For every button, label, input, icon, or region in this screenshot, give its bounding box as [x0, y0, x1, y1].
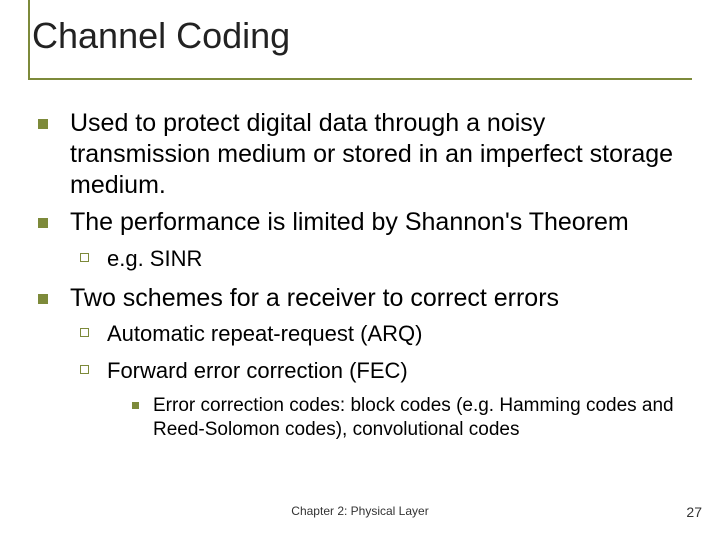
- slide-content: Used to protect digital data through a n…: [28, 108, 692, 443]
- hollow-square-bullet-icon: [80, 365, 89, 374]
- hollow-square-bullet-icon: [80, 328, 89, 337]
- slide-title: Channel Coding: [28, 10, 692, 74]
- list-item: e.g. SINR: [80, 245, 692, 274]
- list-item: Used to protect digital data through a n…: [38, 108, 692, 202]
- bullet-text: Forward error correction (FEC): [107, 357, 408, 386]
- bullet-text: Error correction codes: block codes (e.g…: [153, 394, 692, 443]
- bullet-text: Two schemes for a receiver to correct er…: [70, 283, 559, 314]
- bullet-text: Automatic repeat-request (ARQ): [107, 320, 422, 349]
- page-number: 27: [686, 504, 702, 520]
- small-square-bullet-icon: [132, 402, 139, 409]
- title-bar: Channel Coding: [28, 10, 692, 80]
- list-item: Automatic repeat-request (ARQ): [80, 320, 692, 349]
- square-bullet-icon: [38, 294, 48, 304]
- list-item: Forward error correction (FEC): [80, 357, 692, 386]
- list-item: The performance is limited by Shannon's …: [38, 207, 692, 238]
- hollow-square-bullet-icon: [80, 253, 89, 262]
- bullet-text: Used to protect digital data through a n…: [70, 108, 692, 202]
- list-item: Two schemes for a receiver to correct er…: [38, 283, 692, 314]
- square-bullet-icon: [38, 218, 48, 228]
- bullet-text: e.g. SINR: [107, 245, 202, 274]
- footer-text: Chapter 2: Physical Layer: [0, 504, 720, 518]
- bullet-text: The performance is limited by Shannon's …: [70, 207, 629, 238]
- list-item: Error correction codes: block codes (e.g…: [132, 394, 692, 443]
- square-bullet-icon: [38, 119, 48, 129]
